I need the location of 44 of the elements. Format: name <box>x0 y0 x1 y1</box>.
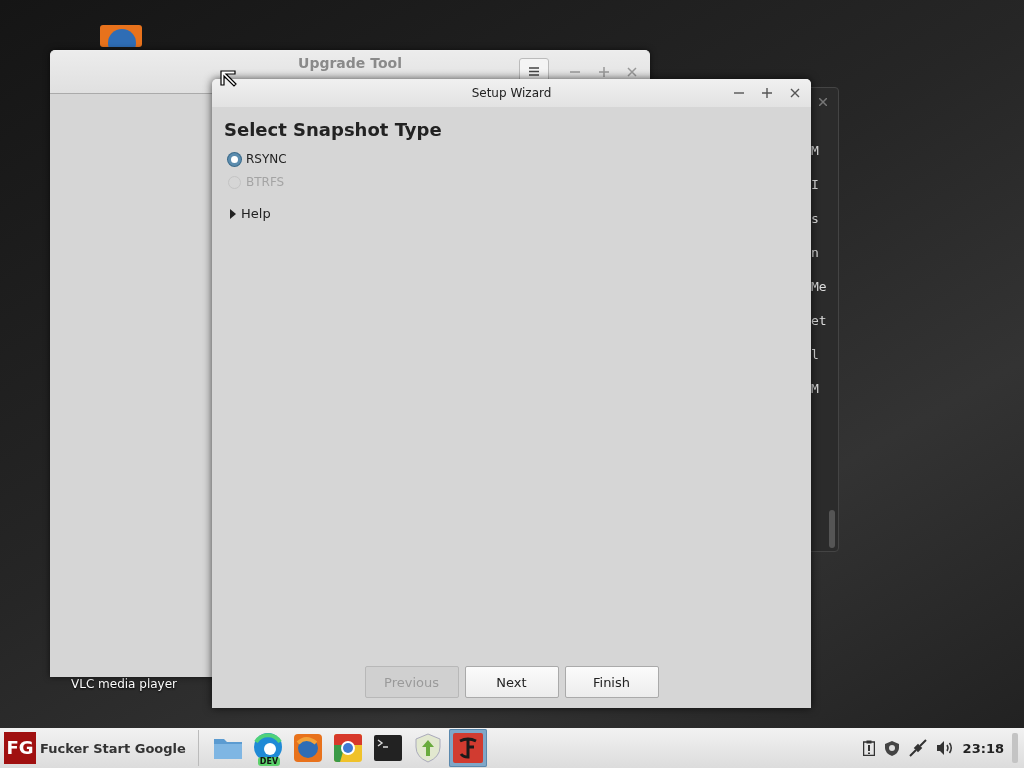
window-title: Upgrade Tool <box>297 55 403 71</box>
app-icon <box>452 733 483 763</box>
window-title: Setup Wizard <box>471 86 552 100</box>
page-heading: Select Snapshot Type <box>224 119 443 140</box>
desktop-icon-label[interactable]: VLC media player <box>71 677 177 691</box>
start-label: Fucker Start Google <box>40 740 186 756</box>
maximize-icon[interactable] <box>762 88 772 98</box>
scrollbar-thumb[interactable] <box>829 510 835 548</box>
terminal-text: et <box>811 312 827 330</box>
app-badge: DEV <box>257 757 281 766</box>
close-icon[interactable] <box>819 98 827 106</box>
terminal-text: M <box>811 380 820 398</box>
speaker-icon[interactable] <box>935 740 954 756</box>
plug-icon[interactable] <box>908 739 927 757</box>
maximize-icon[interactable] <box>599 67 609 77</box>
start-logo: FG <box>4 732 36 764</box>
terminal-icon <box>373 735 402 761</box>
terminal-text: n <box>811 244 820 262</box>
close-icon[interactable] <box>790 88 800 98</box>
close-icon[interactable] <box>627 67 637 77</box>
taskbar-app[interactable] <box>448 729 487 767</box>
taskbar-handle[interactable] <box>1012 733 1018 763</box>
chrome-icon <box>332 733 363 763</box>
terminal-text: I <box>811 176 820 194</box>
start-button[interactable]: FG Fucker Start Google <box>0 728 194 768</box>
taskbar-app[interactable]: DEV <box>248 729 287 767</box>
clipboard-alert-icon[interactable] <box>862 740 875 756</box>
help-expander[interactable]: Help <box>241 206 271 221</box>
shield-icon[interactable] <box>883 740 900 756</box>
radio-button[interactable] <box>228 152 241 166</box>
wizard-button[interactable]: Next <box>464 666 559 698</box>
terminal-text: l <box>811 346 820 364</box>
folder-icon <box>212 736 243 760</box>
terminal-text: M <box>811 142 820 160</box>
terminal-text: s <box>811 210 820 228</box>
clock[interactable]: 23:18 <box>962 740 1004 756</box>
firefox-icon <box>292 733 323 763</box>
terminal-text: Me <box>811 278 827 296</box>
radio-label[interactable]: RSYNC <box>246 152 287 166</box>
wizard-button[interactable]: Finish <box>564 666 659 698</box>
expander-icon[interactable] <box>230 208 236 219</box>
cursor-icon <box>220 70 238 88</box>
shield-up-arrow-icon <box>414 733 441 763</box>
menu-icon <box>529 66 539 76</box>
